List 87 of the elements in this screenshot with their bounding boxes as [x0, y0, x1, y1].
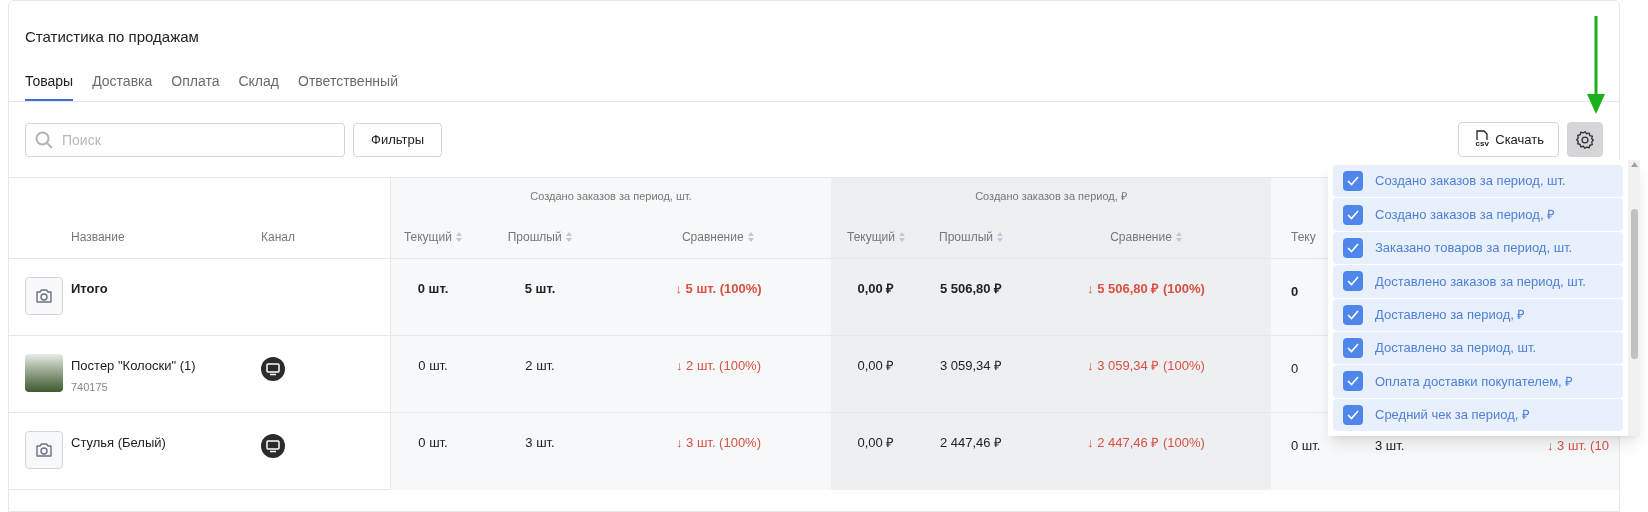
column-option[interactable]: Заказано товаров за период, шт. [1333, 231, 1623, 265]
checkbox[interactable] [1343, 171, 1363, 192]
camera-icon [35, 442, 53, 458]
option-label: Доставлено заказов за период, шт. [1375, 272, 1586, 291]
filters-button[interactable]: Фильтры [353, 122, 442, 157]
table-cell-text: 0,00 ₽ [857, 357, 895, 375]
table-cell-text: ↓ 3 059,34 ₽ (100%) [1087, 357, 1205, 375]
tab[interactable]: Товары [25, 71, 74, 101]
tab[interactable]: Оплата [171, 71, 220, 101]
down-arrow-icon [1587, 16, 1605, 114]
column-option[interactable]: Оплата доставки покупателем, ₽ [1333, 365, 1623, 398]
option-label: Заказано товаров за период, шт. [1375, 239, 1573, 258]
table-cell-text: ↓ 5 506,80 ₽ (100%) [1087, 280, 1205, 298]
product-name: Итого [71, 280, 108, 298]
settings-button[interactable] [1567, 122, 1603, 157]
table-cell-text: 0 шт. [417, 280, 449, 298]
table-cell-text: 3 059,34 ₽ [939, 357, 1003, 375]
column-group-header: Создано заказов за период, ₽ [975, 189, 1127, 205]
checkbox[interactable] [1343, 204, 1363, 225]
column-group-header: Создано заказов за период, шт. [530, 189, 692, 205]
tab[interactable]: Склад [238, 71, 279, 101]
table-cell-text: 0,00 ₽ [857, 434, 895, 452]
table-cell-text: 0,00 ₽ [857, 280, 895, 298]
option-label: Создано заказов за период, шт. [1375, 172, 1566, 191]
check-icon [1347, 343, 1359, 354]
table-cell: ↓ 3 шт. (10 [1547, 438, 1609, 453]
column-option[interactable]: Доставлено за период, шт. [1333, 331, 1623, 365]
check-icon [1347, 176, 1359, 187]
settings-icon [1575, 129, 1595, 150]
table-cell-text: 3 шт. [525, 434, 555, 452]
table-cell-text: ↓ 5 шт. (100%) [675, 280, 762, 298]
check-icon [1347, 376, 1359, 387]
column-header[interactable]: Текущий [403, 227, 452, 246]
checkbox[interactable] [1343, 338, 1363, 359]
column-header[interactable]: Теку [1291, 227, 1316, 246]
table-cell-text: 2 447,46 ₽ [939, 434, 1003, 452]
column-header[interactable]: Сравнение [681, 227, 744, 246]
table-cell: 0 [1291, 284, 1299, 299]
card-title: Статистика по продажам [25, 27, 199, 47]
tab[interactable]: Ответственный [298, 71, 398, 101]
table-cell: 0 шт. [1291, 438, 1321, 453]
option-label: Оплата доставки покупателем, ₽ [1375, 372, 1574, 391]
product-name: Постер "Колоски" (1) [71, 357, 196, 375]
option-label: Средний чек за период, ₽ [1375, 406, 1531, 425]
product-sku: 740175 [71, 379, 109, 395]
check-icon [1347, 276, 1359, 287]
scroll-up-icon[interactable] [1630, 162, 1638, 167]
checkbox[interactable] [1343, 271, 1363, 292]
search-field[interactable]: Поиск [25, 122, 345, 157]
table-cell-text: ↓ 3 шт. (100%) [676, 434, 761, 452]
scrollbar[interactable] [1628, 160, 1640, 436]
table-cell-text: 2 шт. [525, 357, 555, 375]
column-header[interactable]: Прошлый [507, 227, 562, 246]
checkbox[interactable] [1343, 371, 1363, 392]
table-cell: 3 шт. [1375, 438, 1405, 453]
check-icon [1347, 409, 1359, 420]
option-label: Доставлено за период, шт. [1375, 339, 1537, 358]
column-option[interactable]: Создано заказов за период, шт. [1333, 165, 1623, 198]
option-label: Доставлено за период, ₽ [1375, 305, 1526, 324]
column-option[interactable]: Доставлено заказов за период, шт. [1333, 265, 1623, 298]
download-button[interactable]: csv Скачать [1458, 122, 1559, 157]
column-header: Название [70, 229, 126, 246]
table-cell-text: 0 шт. [418, 357, 448, 375]
table-cell-text: 5 506,80 ₽ [939, 280, 1003, 298]
table-cell-text: 0 шт. [418, 434, 448, 452]
checkbox[interactable] [1343, 237, 1363, 258]
column-header[interactable]: Прошлый [939, 227, 993, 246]
column-option[interactable]: Средний чек за период, ₽ [1333, 398, 1623, 431]
search-icon [35, 130, 53, 149]
column-header[interactable]: Сравнение [1110, 227, 1172, 246]
table-cell: 0 [1291, 361, 1299, 376]
table-cell-text: ↓ 2 447,46 ₽ (100%) [1087, 434, 1205, 452]
column-header[interactable]: Текущий [847, 227, 895, 246]
camera-icon [35, 288, 53, 304]
tab[interactable]: Доставка [92, 71, 153, 101]
checkbox[interactable] [1343, 304, 1363, 325]
checkbox[interactable] [1343, 404, 1363, 425]
table-cell-text: 5 шт. [524, 280, 556, 298]
check-icon [1347, 242, 1359, 253]
table-cell-text: ↓ 2 шт. (100%) [676, 357, 761, 375]
column-header: Канал [260, 229, 295, 246]
check-icon [1347, 209, 1359, 220]
option-label: Создано заказов за период, ₽ [1375, 205, 1556, 224]
product-name: Стулья (Белый) [71, 434, 166, 452]
column-option[interactable]: Доставлено за период, ₽ [1333, 298, 1623, 331]
column-option[interactable]: Создано заказов за период, ₽ [1333, 198, 1623, 231]
check-icon [1347, 309, 1359, 320]
